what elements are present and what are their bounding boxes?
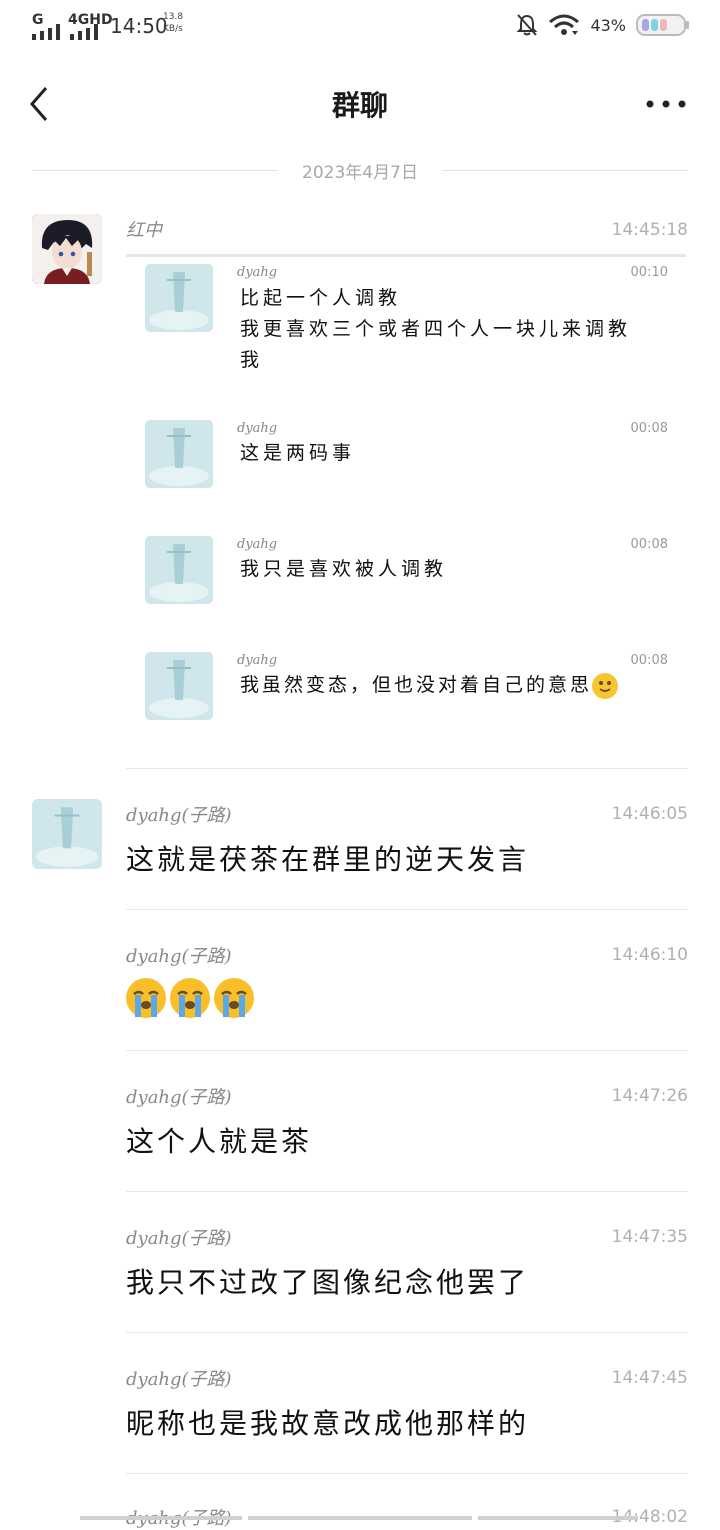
sub-text: 我虽然变态，但也没对着自己的意思 — [240, 670, 660, 701]
signal-2-icon — [70, 24, 98, 40]
sender-name: dyahg(子路) — [126, 1087, 232, 1108]
message-time: 14:45:18 — [611, 220, 688, 240]
sub-time: 00:10 — [630, 265, 668, 280]
date-label: 2023年4月7日 — [302, 163, 418, 183]
sub-avatar — [145, 420, 213, 488]
sub-line: 我更喜欢三个或者四个人一块儿来调教 — [240, 318, 632, 340]
sender-name: dyahg(子路) — [126, 1228, 232, 1249]
status-bar: G 4GHD 14:50 13.8 KB/s 43% — [0, 0, 720, 56]
smile-emoji-icon — [592, 673, 619, 699]
message-separator — [126, 1191, 688, 1192]
sub-line: 这是两码事 — [240, 442, 356, 464]
sub-sender: dyahg — [237, 265, 278, 280]
ice-avatar-icon — [32, 799, 102, 869]
message-time: 14:47:35 — [611, 1227, 688, 1247]
sub-sender: dyahg — [237, 421, 278, 436]
battery-icon — [636, 14, 689, 36]
loudly-crying-emoji-icon — [126, 978, 166, 1018]
loudly-crying-emoji-icon — [214, 978, 254, 1018]
anime-avatar-icon — [32, 214, 102, 284]
message-separator — [126, 768, 688, 769]
message-time: 14:47:45 — [611, 1368, 688, 1388]
bell-muted-icon — [517, 14, 538, 36]
sub-line: 我只是喜欢被人调教 — [240, 558, 448, 580]
sub-line: 我虽然变态，但也没对着自己的意思 — [240, 674, 593, 696]
net-speed-value: 13.8 — [163, 12, 184, 22]
sender-name: dyahg(子路) — [126, 946, 232, 967]
more-dots-icon — [646, 100, 686, 108]
date-divider: 2023年4月7日 — [32, 158, 688, 183]
sender-name: 红中 — [126, 220, 162, 241]
sender-name: dyahg(子路) — [126, 1369, 232, 1390]
message-separator — [126, 1332, 688, 1333]
message-separator — [126, 1050, 688, 1051]
message-separator — [126, 1473, 688, 1474]
ice-avatar-icon — [145, 652, 213, 720]
scroll-hint — [80, 1516, 242, 1520]
sub-time: 00:08 — [630, 421, 668, 436]
avatar[interactable] — [32, 214, 102, 284]
message-time: 14:47:26 — [611, 1086, 688, 1106]
net-speed: 13.8 KB/s — [163, 11, 183, 35]
page-title: 群聊 — [331, 89, 388, 122]
wifi-icon — [549, 14, 580, 35]
forwarded-top-bar — [126, 254, 686, 257]
signal-1-icon — [32, 24, 60, 40]
battery-percent: 43% — [590, 15, 626, 35]
message-text[interactable] — [126, 978, 258, 1018]
ice-avatar-icon — [145, 264, 213, 332]
message-text[interactable]: 我只不过改了图像纪念他罢了 — [126, 1261, 529, 1301]
header: 群聊 — [0, 56, 720, 146]
message-time: 14:46:05 — [611, 804, 688, 824]
ice-avatar-icon — [145, 536, 213, 604]
sub-text: 比起一个人调教 我更喜欢三个或者四个人一块儿来调教 我 — [240, 283, 660, 376]
sub-line: 我 — [240, 349, 264, 371]
sub-sender: dyahg — [237, 537, 278, 552]
avatar[interactable] — [32, 799, 102, 869]
sub-time: 00:08 — [630, 537, 668, 552]
sub-time: 00:08 — [630, 653, 668, 668]
sub-avatar — [145, 536, 213, 604]
sub-text: 这是两码事 — [240, 438, 660, 469]
scroll-hint — [478, 1516, 638, 1520]
message-text[interactable]: 这个人就是茶 — [126, 1120, 312, 1160]
message-time: 14:46:10 — [611, 945, 688, 965]
message-separator — [126, 909, 688, 910]
message-text[interactable]: 这就是茯茶在群里的逆天发言 — [126, 838, 529, 878]
message-text[interactable]: 昵称也是我故意改成他那样的 — [126, 1402, 529, 1442]
sub-avatar — [145, 652, 213, 720]
net-speed-unit: KB/s — [163, 24, 183, 34]
more-button[interactable] — [646, 92, 686, 116]
loudly-crying-emoji-icon — [170, 978, 210, 1018]
ice-avatar-icon — [145, 420, 213, 488]
sub-text: 我只是喜欢被人调教 — [240, 554, 660, 585]
clock: 14:50 — [110, 14, 168, 38]
sub-avatar — [145, 264, 213, 332]
sub-sender: dyahg — [237, 653, 278, 668]
sub-line: 比起一个人调教 — [240, 287, 402, 309]
sender-name: dyahg(子路) — [126, 805, 232, 826]
status-right: 43% — [516, 12, 690, 38]
scroll-hint — [248, 1516, 472, 1520]
